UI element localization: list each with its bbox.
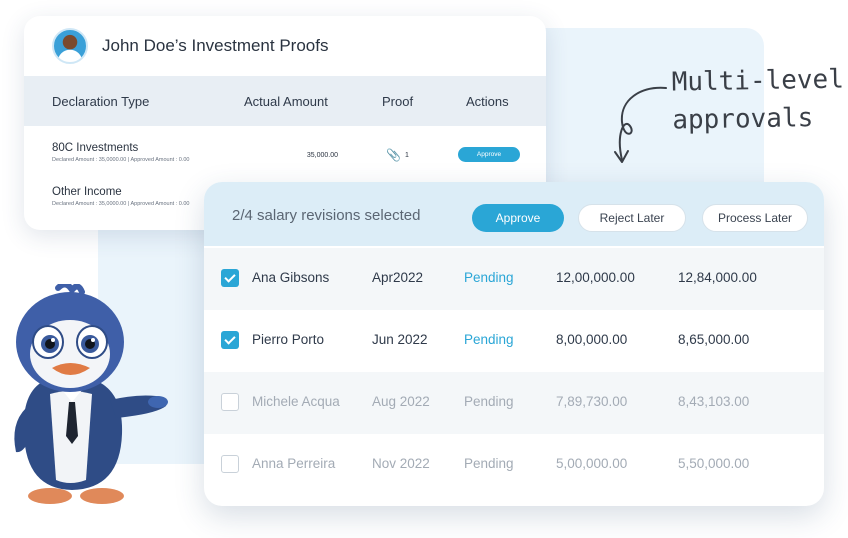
row-amount: 35,000.00 bbox=[306, 152, 338, 159]
row-name: Other Income bbox=[52, 186, 122, 198]
revision-period: Nov 2022 bbox=[372, 456, 430, 471]
reject-later-button[interactable]: Reject Later bbox=[578, 204, 686, 232]
approve-button[interactable]: Approve bbox=[472, 204, 564, 232]
employee-name: Michele Acqua bbox=[252, 394, 340, 409]
employee-name: Anna Perreira bbox=[252, 456, 336, 471]
table-row[interactable]: Anna Perreira Nov 2022 Pending 5,00,000.… bbox=[204, 434, 824, 496]
row-checkbox[interactable] bbox=[221, 331, 239, 349]
salary-toolbar: 2/4 salary revisions selected Approve Re… bbox=[204, 182, 824, 246]
col-actions: Actions bbox=[466, 93, 509, 109]
col-declaration-type: Declaration Type bbox=[52, 93, 150, 109]
revised-salary: 5,50,000.00 bbox=[678, 456, 750, 471]
table-row[interactable]: Ana Gibsons Apr2022 Pending 12,00,000.00… bbox=[204, 248, 824, 310]
table-row[interactable]: Pierro Porto Jun 2022 Pending 8,00,000.0… bbox=[204, 310, 824, 372]
row-checkbox[interactable] bbox=[221, 455, 239, 473]
row-name: 80C Investments bbox=[52, 142, 139, 154]
revision-period: Aug 2022 bbox=[372, 394, 430, 409]
proofs-header: John Doe’s Investment Proofs bbox=[24, 16, 546, 76]
paperclip-icon: 📎 bbox=[386, 148, 401, 162]
current-salary: 12,00,000.00 bbox=[556, 270, 635, 285]
col-proof: Proof bbox=[382, 93, 414, 109]
revised-salary: 8,43,103.00 bbox=[678, 394, 750, 409]
salary-revisions-card: 2/4 salary revisions selected Approve Re… bbox=[204, 182, 824, 506]
employee-name: Pierro Porto bbox=[252, 332, 325, 347]
annotation-line-1: Multi-level bbox=[671, 64, 845, 98]
table-row: 80C Investments Declared Amount : 35,000… bbox=[24, 132, 546, 180]
current-salary: 8,00,000.00 bbox=[556, 332, 628, 347]
process-later-button[interactable]: Process Later bbox=[702, 204, 808, 232]
proofs-title: John Doe’s Investment Proofs bbox=[102, 36, 329, 55]
approve-proof-button[interactable]: Approve bbox=[458, 147, 520, 162]
row-detail: Declared Amount : 35,0000.00 | Approved … bbox=[52, 201, 190, 207]
avatar bbox=[52, 28, 88, 64]
annotation: Multi-level approvals bbox=[671, 60, 848, 139]
revision-period: Jun 2022 bbox=[372, 332, 428, 347]
proof-attachment[interactable]: 📎 1 bbox=[386, 148, 409, 162]
employee-name: Ana Gibsons bbox=[252, 270, 330, 285]
selection-count: 2/4 salary revisions selected bbox=[232, 207, 421, 224]
current-salary: 7,89,730.00 bbox=[556, 394, 628, 409]
row-detail: Declared Amount : 35,0000.00 | Approved … bbox=[52, 157, 190, 163]
proofs-table-header: Declaration Type Actual Amount Proof Act… bbox=[24, 76, 546, 126]
penguin-mascot bbox=[14, 284, 168, 504]
proof-count: 1 bbox=[404, 151, 409, 159]
current-salary: 5,00,000.00 bbox=[556, 456, 628, 471]
annotation-line-2: approvals bbox=[672, 103, 814, 136]
row-checkbox[interactable] bbox=[221, 269, 239, 287]
table-row[interactable]: Michele Acqua Aug 2022 Pending 7,89,730.… bbox=[204, 372, 824, 434]
col-actual-amount: Actual Amount bbox=[244, 93, 328, 109]
status-badge: Pending bbox=[464, 270, 514, 285]
revision-period: Apr2022 bbox=[372, 270, 424, 285]
revised-salary: 8,65,000.00 bbox=[678, 332, 750, 347]
status-badge: Pending bbox=[464, 456, 514, 471]
row-checkbox[interactable] bbox=[221, 393, 239, 411]
curved-arrow-icon bbox=[614, 86, 667, 163]
status-badge: Pending bbox=[464, 332, 514, 347]
status-badge: Pending bbox=[464, 394, 514, 409]
revised-salary: 12,84,000.00 bbox=[678, 270, 757, 285]
